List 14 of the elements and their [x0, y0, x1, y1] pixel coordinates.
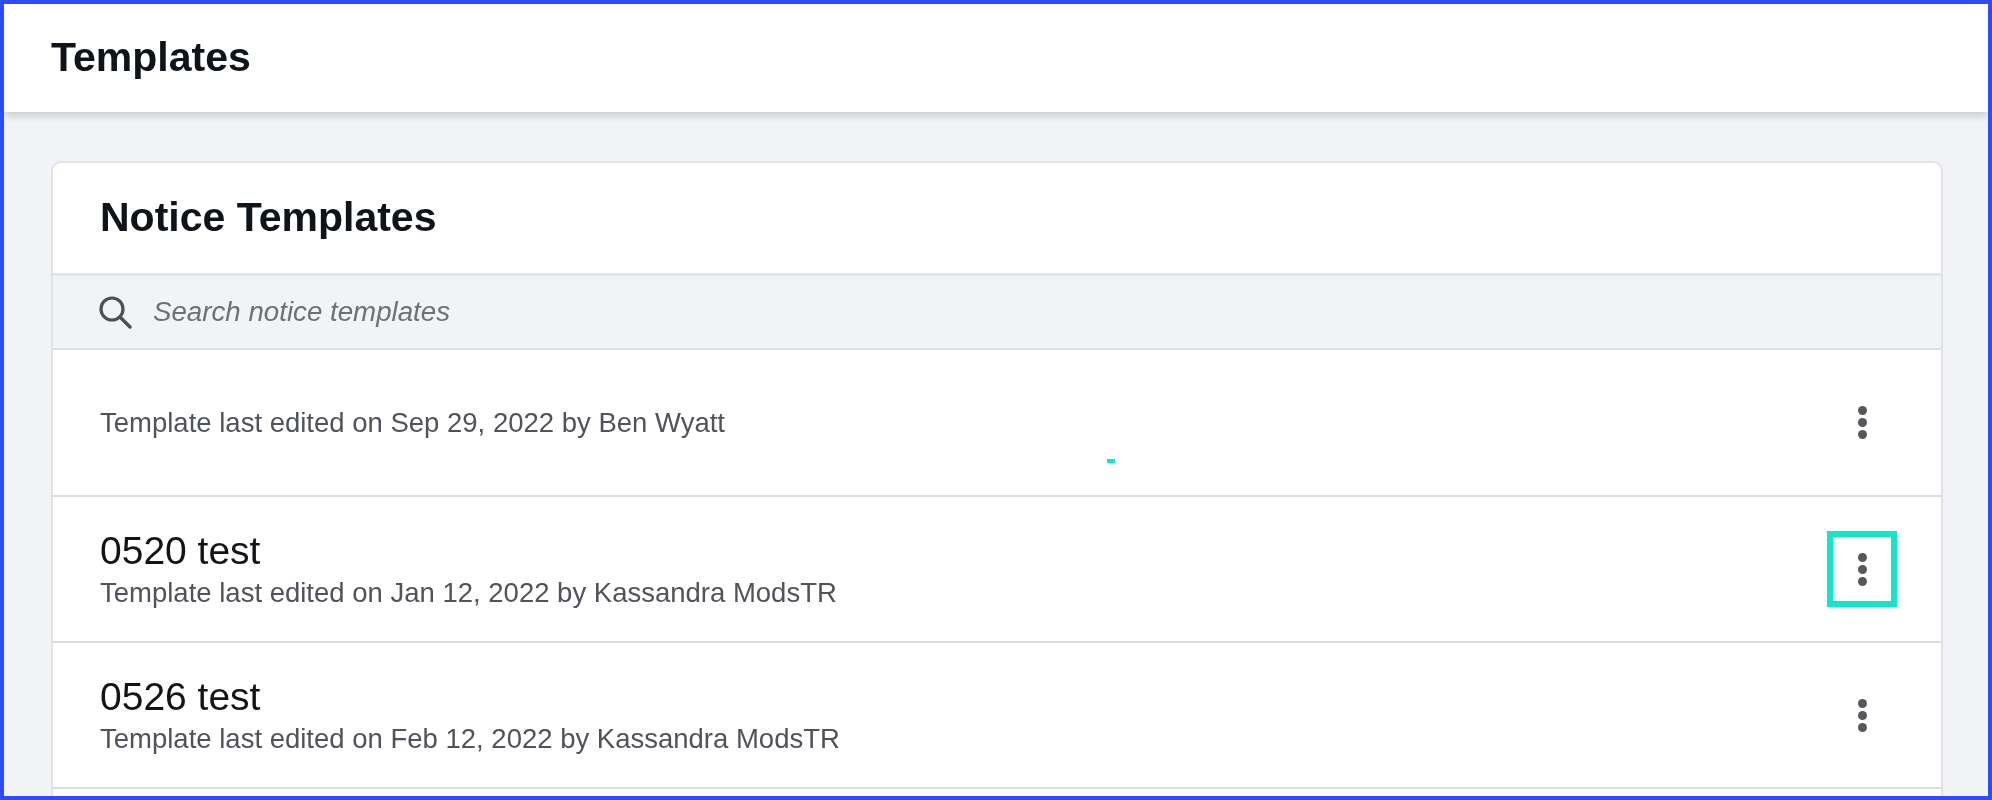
template-name[interactable]: 0526 test: [100, 675, 261, 719]
search-icon: [98, 295, 132, 329]
more-options-button[interactable]: [1827, 531, 1897, 607]
dash-mark: [1107, 459, 1115, 463]
more-options-icon: [1857, 406, 1867, 439]
edit-info-text: Template last edited on Jan 12, 2022 by Kassandra ModsTR: [100, 575, 837, 609]
template-name[interactable]: 0520 test: [100, 529, 261, 573]
more-options-icon: [1857, 698, 1867, 732]
card-title: Notice Templates: [100, 193, 437, 243]
more-options-icon: [1857, 552, 1867, 586]
edit-info-text: Template last edited on Sep 29, 2022 by Ben Wyatt: [100, 406, 725, 439]
search-field[interactable]: Search notice templates: [53, 273, 1941, 350]
page-title: Templates: [51, 33, 251, 83]
edit-info-text: Template last edited on Feb 12, 2022 by Kassandra ModsTR: [100, 721, 840, 755]
